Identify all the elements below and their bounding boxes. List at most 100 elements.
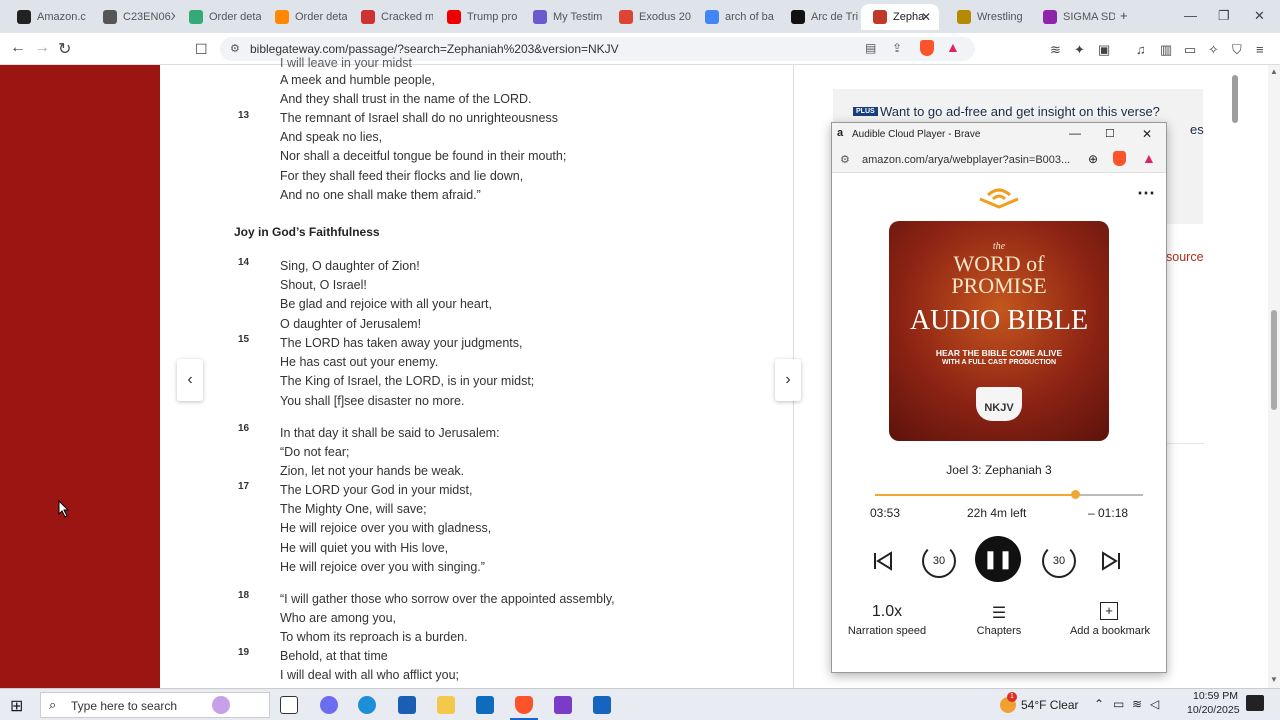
taskbar-search-box[interactable]: ⌕ Type here to search [40, 692, 270, 718]
sidebar-scroll-thumb[interactable] [1232, 75, 1238, 123]
browser-tab[interactable]: Order deta [177, 4, 261, 30]
tab-label: Order deta [209, 11, 261, 23]
player-minimize-button[interactable]: — [1069, 126, 1081, 140]
back-icon[interactable]: ← [10, 39, 26, 57]
file-explorer-icon[interactable] [437, 696, 455, 714]
resource-link[interactable]: source [1166, 250, 1204, 264]
windows-start-icon[interactable]: ⊞ [10, 696, 23, 716]
copilot-icon[interactable] [320, 696, 338, 714]
browser-tab[interactable]: Wrestling [945, 4, 1029, 30]
app-icon-2[interactable] [593, 696, 611, 714]
time-left: 22h 4m left [967, 506, 1027, 520]
brave-rewards-icon[interactable]: ▲ [1142, 150, 1156, 166]
scroll-up-icon[interactable]: ▲ [1270, 67, 1278, 76]
forward-icon[interactable]: → [34, 39, 50, 57]
next-chapter-icon[interactable] [1100, 550, 1122, 572]
player-close-button[interactable]: ✕ [1142, 127, 1152, 141]
brave-rewards-icon[interactable]: ▲ [946, 39, 960, 55]
share-icon[interactable]: ⇪ [892, 41, 902, 55]
brave-shields-icon[interactable] [920, 40, 934, 56]
new-tab-button[interactable]: + [1120, 8, 1128, 23]
add-bookmark-label[interactable]: Add a bookmark [1060, 625, 1160, 637]
music-icon[interactable]: ♫ [1136, 42, 1146, 57]
leo-ai-icon[interactable]: ✧ [1208, 42, 1219, 58]
sidebar-icon[interactable]: ▥ [1160, 42, 1172, 58]
browser-tab[interactable]: SIGMA SD [1031, 4, 1115, 30]
browser-tab[interactable]: Cracked m [349, 4, 433, 30]
progress-handle[interactable] [1070, 490, 1080, 499]
verse-line: Shout, O Israel! [280, 278, 367, 293]
site-settings-icon[interactable]: ⚙ [840, 153, 850, 166]
minimize-button[interactable]: — [1184, 8, 1197, 23]
volume-icon[interactable]: ◁ [1150, 697, 1159, 711]
tab-close-icon[interactable]: ✕ [921, 10, 931, 24]
wifi-icon[interactable]: ≋ [1132, 697, 1142, 711]
player-titlebar[interactable]: a Audible Cloud Player - Brave — ☐ ✕ [832, 123, 1166, 147]
verse-line: For they shall feed their flocks and lie… [280, 168, 524, 183]
scroll-down-icon[interactable]: ▼ [1270, 675, 1278, 684]
chapters-label[interactable]: Chapters [959, 625, 1039, 637]
progress-slider[interactable] [875, 490, 1143, 499]
player-address-bar[interactable]: ⚙ amazon.com/arya/webplayer?asin=B003...… [832, 147, 1166, 173]
next-chapter-button[interactable]: › [775, 359, 801, 401]
restore-button[interactable]: ❐ [1218, 8, 1230, 24]
browser-tab[interactable]: Zepha ✕ [861, 4, 939, 30]
brave-taskbar-icon[interactable] [515, 696, 533, 714]
edge-icon[interactable] [358, 696, 376, 714]
reload-icon[interactable]: ↻ [58, 39, 71, 59]
previous-chapter-icon[interactable] [872, 550, 894, 572]
brave-shields-icon[interactable] [1113, 151, 1126, 166]
bookmark-add-icon[interactable]: + [1100, 602, 1118, 620]
chapter-remaining: – 01:18 [1088, 506, 1129, 520]
bookmark-icon[interactable]: ☐ [195, 41, 208, 58]
browser-tab[interactable]: Arc de Tri [779, 4, 859, 30]
verse-line: And they shall trust in the name of the … [280, 92, 532, 107]
search-icon: ⌕ [49, 697, 57, 712]
network-icon[interactable]: ▭ [1113, 697, 1124, 711]
task-view-icon[interactable] [280, 696, 298, 714]
widget-icon[interactable] [212, 696, 230, 714]
puzzle-icon[interactable]: ✦ [1074, 42, 1085, 58]
player-url-text: amazon.com/arya/webplayer?asin=B003... [862, 154, 1071, 166]
tab-favicon-icon [957, 10, 971, 24]
notification-icon[interactable] [1246, 695, 1264, 711]
weather-text[interactable]: 54°F Clear [1021, 698, 1079, 712]
browser-tab[interactable]: My Testim [521, 4, 605, 30]
zoom-icon[interactable]: ⊕ [1088, 152, 1098, 166]
browser-tab[interactable]: Trump pro [435, 4, 519, 30]
browser-tab[interactable]: Amazon.c [5, 4, 89, 30]
menu-icon[interactable]: ≡ [1256, 42, 1264, 57]
verse-line: The Mighty One, will save; [280, 502, 427, 517]
clock-time[interactable]: 10:59 PM [1193, 690, 1238, 702]
narration-speed-value[interactable]: 1.0x [862, 603, 912, 621]
more-options-icon[interactable]: ⋯ [1137, 183, 1156, 204]
extension-icon[interactable]: ≋ [1050, 42, 1061, 58]
rewind-30-button[interactable]: 30 [922, 544, 956, 578]
tray-chevron-icon[interactable]: ⌃ [1094, 697, 1104, 711]
browser-tab[interactable]: arch of ba [693, 4, 777, 30]
browser-tab[interactable]: Order deta [263, 4, 347, 30]
clock-date[interactable]: 10/20/2025 [1187, 704, 1240, 716]
scroll-thumb[interactable] [1271, 310, 1277, 410]
forward-30-button[interactable]: 30 [1042, 544, 1076, 578]
previous-chapter-button[interactable]: ‹ [177, 359, 203, 401]
browser-tab[interactable]: Exodus 20 [607, 4, 691, 30]
reader-icon[interactable]: ▤ [865, 41, 876, 55]
player-maximize-button[interactable]: ☐ [1105, 127, 1115, 140]
chapters-icon[interactable]: ☰ [988, 603, 1010, 623]
narration-speed-label[interactable]: Narration speed [837, 625, 937, 637]
close-window-button[interactable]: ✕ [1254, 8, 1265, 24]
app-icon[interactable] [554, 696, 572, 714]
page-scrollbar[interactable]: ▲ ▼ [1268, 65, 1280, 688]
pause-button[interactable]: ❚❚ [975, 536, 1021, 582]
tab-label: Amazon.c [37, 11, 86, 23]
store-icon[interactable] [398, 696, 416, 714]
browser-tab[interactable]: C23EN06X [91, 4, 175, 30]
outlook-icon[interactable] [476, 696, 494, 714]
site-settings-icon[interactable]: ⚙ [230, 42, 240, 55]
vpn-icon[interactable]: ⛉ [1232, 42, 1242, 58]
wallet-icon[interactable]: ▣ [1098, 42, 1110, 58]
wallet-icon-2[interactable]: ▭ [1184, 42, 1196, 58]
promo-text[interactable]: Want to go ad-free and get insight on th… [880, 104, 1160, 119]
tab-favicon-icon [619, 10, 633, 24]
